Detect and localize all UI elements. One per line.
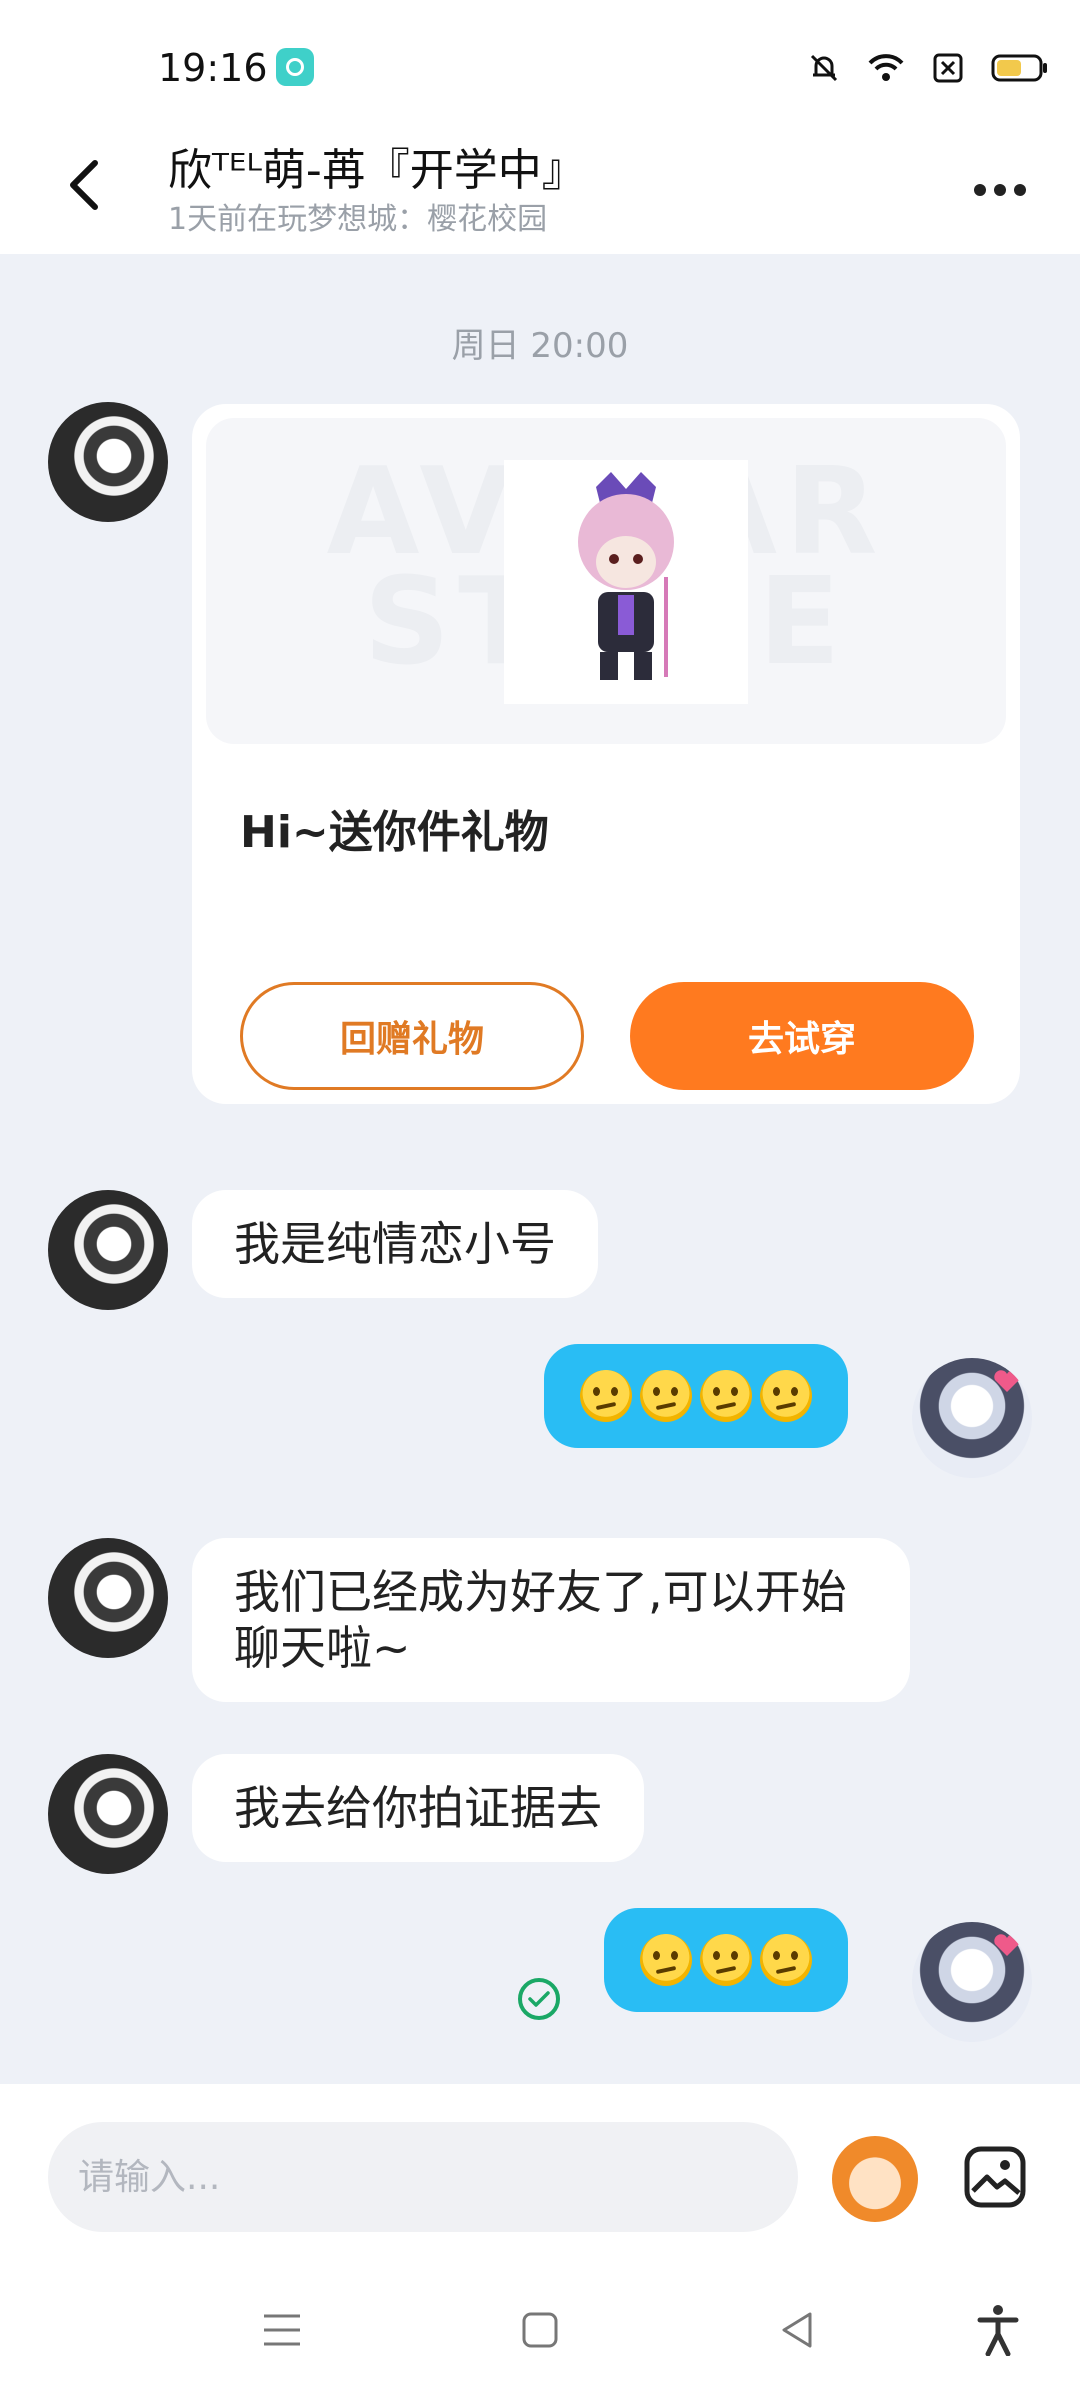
input-bar (0, 2084, 1080, 2254)
back-triangle-icon (782, 2312, 812, 2348)
status-icons (804, 48, 1050, 88)
gift-card[interactable]: AVATAR STORE Hi~送你件礼物 回赠礼物 去试穿 (192, 404, 1020, 1104)
thinking-face-emoji (760, 1934, 812, 1986)
battery-icon (990, 48, 1050, 88)
mascot-icon[interactable] (832, 2136, 918, 2222)
menu-button[interactable] (252, 2300, 312, 2360)
friend-avatar[interactable] (48, 402, 168, 522)
message-input[interactable] (48, 2122, 798, 2232)
accessibility-icon (977, 2305, 1019, 2356)
gallery-icon (964, 2146, 1026, 2208)
chat-area[interactable]: 周日 20:00 AVATAR STORE Hi~送你件礼物 回赠礼物 去试穿 (0, 254, 1080, 2084)
message-bubble[interactable]: 我是纯情恋小号 (192, 1190, 598, 1298)
system-nav-bar (0, 2254, 1080, 2400)
thinking-face-emoji (640, 1934, 692, 1986)
gift-image-area: AVATAR STORE (206, 418, 1006, 744)
my-avatar[interactable] (912, 1922, 1032, 2042)
gift-title: Hi~送你件礼物 (240, 807, 549, 858)
chat-app-icon (276, 48, 314, 86)
my-avatar[interactable] (912, 1358, 1032, 1478)
friend-avatar[interactable] (48, 1754, 168, 1874)
chat-header: 欣ᵀᴱᴸ萌-苒『开学中』 1天前在玩梦想城：樱花校园 (0, 120, 1080, 254)
friend-avatar[interactable] (48, 1190, 168, 1310)
back-arrow-icon (70, 160, 98, 210)
try-on-button[interactable]: 去试穿 (630, 982, 974, 1090)
my-message-bubble[interactable] (544, 1344, 848, 1448)
message-bubble[interactable]: 我去给你拍证据去 (192, 1754, 644, 1862)
gift-avatar-image (504, 460, 748, 704)
back-nav-button[interactable] (768, 2300, 828, 2360)
more-icon (974, 184, 986, 196)
thinking-face-emoji (700, 1934, 752, 1986)
home-square-icon (522, 2312, 558, 2348)
home-button[interactable] (510, 2300, 570, 2360)
contact-status: 1天前在玩梦想城：樱花校园 (168, 202, 548, 237)
friend-avatar[interactable] (48, 1538, 168, 1658)
thinking-face-emoji (700, 1370, 752, 1422)
heart-icon (994, 1370, 1020, 1392)
chat-timestamp: 周日 20:00 (451, 326, 629, 366)
contact-name: 欣ᵀᴱᴸ萌-苒『开学中』 (168, 145, 586, 196)
status-time: 19:16 (158, 46, 268, 90)
heart-icon (994, 1934, 1020, 1956)
thinking-face-emoji (640, 1370, 692, 1422)
thinking-face-emoji (580, 1370, 632, 1422)
gallery-button[interactable] (960, 2142, 1030, 2212)
wifi-icon (866, 48, 906, 88)
no-sim-icon (928, 48, 968, 88)
accessibility-button[interactable] (968, 2300, 1028, 2360)
my-message-bubble[interactable] (604, 1908, 848, 2012)
bell-muted-icon (804, 48, 844, 88)
return-gift-button[interactable]: 回赠礼物 (240, 982, 584, 1090)
thinking-face-emoji (760, 1370, 812, 1422)
status-bar: 19:16 (0, 0, 1080, 120)
back-button[interactable] (48, 150, 118, 220)
read-check-icon (518, 1978, 560, 2020)
menu-icon (264, 2314, 300, 2346)
message-bubble[interactable]: 我们已经成为好友了,可以开始 聊天啦~ (192, 1538, 910, 1702)
more-button[interactable] (960, 160, 1040, 220)
